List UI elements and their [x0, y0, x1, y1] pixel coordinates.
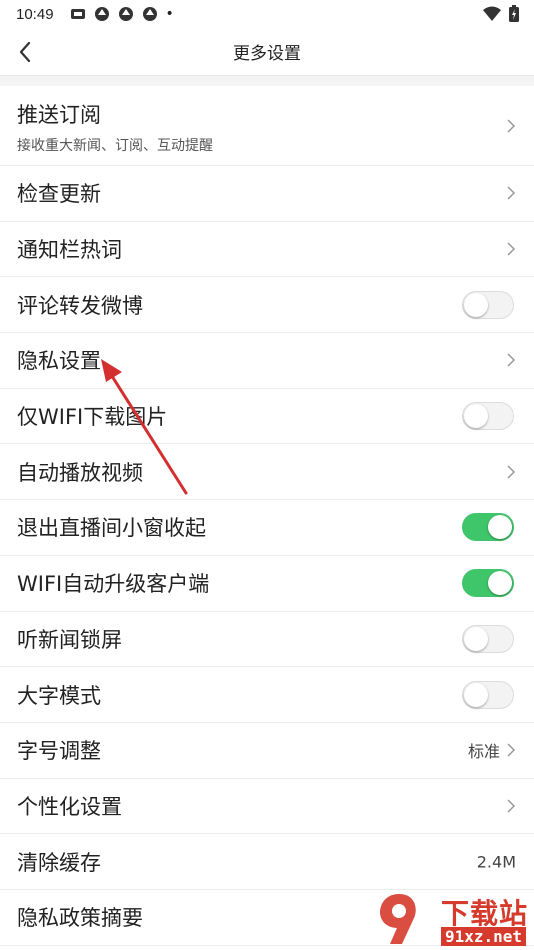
chevron-right-icon — [507, 799, 516, 813]
setting-notification-hot-words[interactable]: 通知栏热词 — [0, 222, 534, 278]
setting-label: 字号调整 — [17, 739, 101, 764]
cache-size-value: 2.4M — [476, 852, 516, 872]
aperture-icon — [94, 7, 109, 21]
toggle-knob — [488, 571, 512, 596]
aperture-icon — [118, 7, 133, 21]
toggle-knob — [464, 292, 488, 317]
setting-label: 退出直播间小窗收起 — [17, 516, 206, 541]
setting-clear-cache[interactable]: 清除缓存 2.4M — [0, 834, 534, 890]
comment-repost-weibo-toggle[interactable] — [462, 290, 514, 319]
toggle-knob — [464, 682, 488, 707]
header: 更多设置 — [0, 28, 534, 76]
setting-privacy[interactable]: 隐私设置 — [0, 333, 534, 389]
setting-label: 推送订阅 — [17, 102, 101, 127]
setting-label: WIFI自动升级客户端 — [17, 572, 210, 597]
setting-autoplay-video[interactable]: 自动播放视频 — [0, 444, 534, 501]
setting-label: 评论转发微博 — [17, 293, 143, 318]
setting-font-size[interactable]: 字号调整 标准 — [0, 723, 534, 779]
setting-label: 隐私政策摘要 — [17, 906, 143, 931]
page-title: 更多设置 — [233, 44, 301, 64]
listen-news-lockscreen-toggle[interactable] — [462, 624, 514, 653]
toggle-knob — [464, 626, 488, 651]
settings-list: 推送订阅 接收重大新闻、订阅、互动提醒 检查更新 通知栏热词 评论转发微博 隐私… — [0, 86, 534, 946]
back-arrow-icon[interactable] — [12, 38, 40, 66]
watermark-url: 91xz.net — [440, 927, 526, 946]
watermark-logo-icon — [380, 894, 416, 944]
wifi-auto-upgrade-toggle[interactable] — [462, 569, 514, 598]
setting-personalization[interactable]: 个性化设置 — [0, 779, 534, 835]
site-watermark: 下载站 91xz.net — [374, 888, 534, 950]
setting-label: 仅WIFI下载图片 — [17, 405, 168, 430]
setting-live-mini-window: 退出直播间小窗收起 — [0, 500, 534, 556]
toggle-knob — [488, 515, 512, 540]
status-time: 10:49 — [16, 5, 54, 23]
more-notifications-dot: • — [165, 6, 174, 22]
battery-icon — [509, 5, 519, 22]
chevron-right-icon — [507, 743, 516, 757]
aperture-icon — [142, 7, 157, 21]
chevron-right-icon — [507, 242, 516, 256]
notification-icons: • — [70, 6, 174, 22]
chevron-right-icon — [507, 353, 516, 367]
chevron-right-icon — [507, 465, 516, 479]
live-mini-window-toggle[interactable] — [462, 513, 514, 542]
setting-label: 检查更新 — [17, 182, 101, 207]
setting-label: 听新闻锁屏 — [17, 627, 122, 652]
wifi-icon — [483, 6, 501, 21]
font-size-value: 标准 — [467, 742, 500, 762]
setting-listen-news-lockscreen: 听新闻锁屏 — [0, 612, 534, 668]
app-notification-icon — [70, 9, 85, 19]
setting-label: 隐私设置 — [17, 349, 101, 374]
setting-wifi-only-images: 仅WIFI下载图片 — [0, 389, 534, 445]
watermark-text: 下载站 — [440, 897, 528, 930]
setting-large-text-mode: 大字模式 — [0, 667, 534, 723]
setting-wifi-auto-upgrade: WIFI自动升级客户端 — [0, 556, 534, 612]
setting-label: 个性化设置 — [17, 794, 122, 819]
wifi-only-images-toggle[interactable] — [462, 402, 514, 431]
chevron-right-icon — [507, 186, 516, 200]
status-bar: 10:49 • — [0, 0, 534, 28]
chevron-right-icon — [507, 118, 516, 133]
setting-label: 大字模式 — [17, 683, 101, 708]
setting-label: 通知栏热词 — [17, 238, 122, 263]
large-text-mode-toggle[interactable] — [462, 680, 514, 709]
setting-description: 接收重大新闻、订阅、互动提醒 — [17, 137, 213, 154]
setting-check-update[interactable]: 检查更新 — [0, 166, 534, 222]
setting-label: 自动播放视频 — [17, 460, 143, 485]
setting-push-subscription[interactable]: 推送订阅 接收重大新闻、订阅、互动提醒 — [0, 86, 534, 166]
setting-comment-repost-weibo: 评论转发微博 — [0, 277, 534, 334]
toggle-knob — [464, 404, 488, 429]
setting-label: 清除缓存 — [17, 850, 101, 875]
section-gap — [0, 76, 534, 86]
